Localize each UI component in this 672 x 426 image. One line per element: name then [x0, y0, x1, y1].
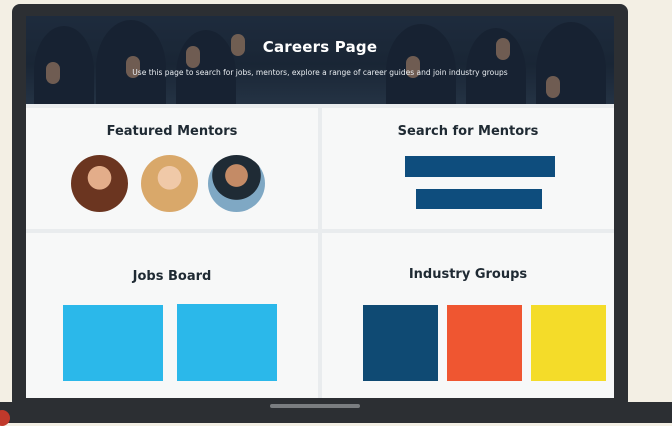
- jobs-board-title: Jobs Board: [132, 269, 212, 284]
- search-field-bar[interactable]: [405, 156, 555, 177]
- mentor-avatar-2[interactable]: [141, 155, 198, 212]
- search-button-bar[interactable]: [416, 189, 542, 209]
- mentor-avatar-3[interactable]: [208, 155, 265, 212]
- jobs-board-panel[interactable]: Jobs Board: [26, 233, 318, 398]
- job-tile[interactable]: [177, 304, 277, 381]
- industry-group-tile[interactable]: [447, 305, 522, 381]
- search-mentors-panel[interactable]: Search for Mentors: [322, 108, 614, 229]
- job-tile[interactable]: [63, 305, 163, 381]
- page-subtitle: Use this page to search for jobs, mentor…: [132, 68, 508, 77]
- laptop-frame: Careers Page Use this page to search for…: [12, 4, 628, 409]
- featured-mentors-title: Featured Mentors: [106, 124, 238, 139]
- industry-groups-title: Industry Groups: [408, 267, 528, 282]
- corner-decoration: [0, 410, 10, 426]
- industry-groups-panel[interactable]: Industry Groups: [322, 233, 614, 398]
- mentor-avatar-1[interactable]: [71, 155, 128, 212]
- industry-group-tile[interactable]: [363, 305, 438, 381]
- search-mentors-title: Search for Mentors: [397, 124, 539, 139]
- industry-group-tile[interactable]: [531, 305, 606, 381]
- page-title: Careers Page: [262, 38, 378, 56]
- laptop-screen: Careers Page Use this page to search for…: [26, 16, 614, 398]
- laptop-notch: [270, 404, 360, 408]
- featured-mentors-panel[interactable]: Featured Mentors: [26, 108, 318, 229]
- hero-banner: Careers Page Use this page to search for…: [26, 16, 614, 104]
- hero-overlay: [26, 16, 614, 104]
